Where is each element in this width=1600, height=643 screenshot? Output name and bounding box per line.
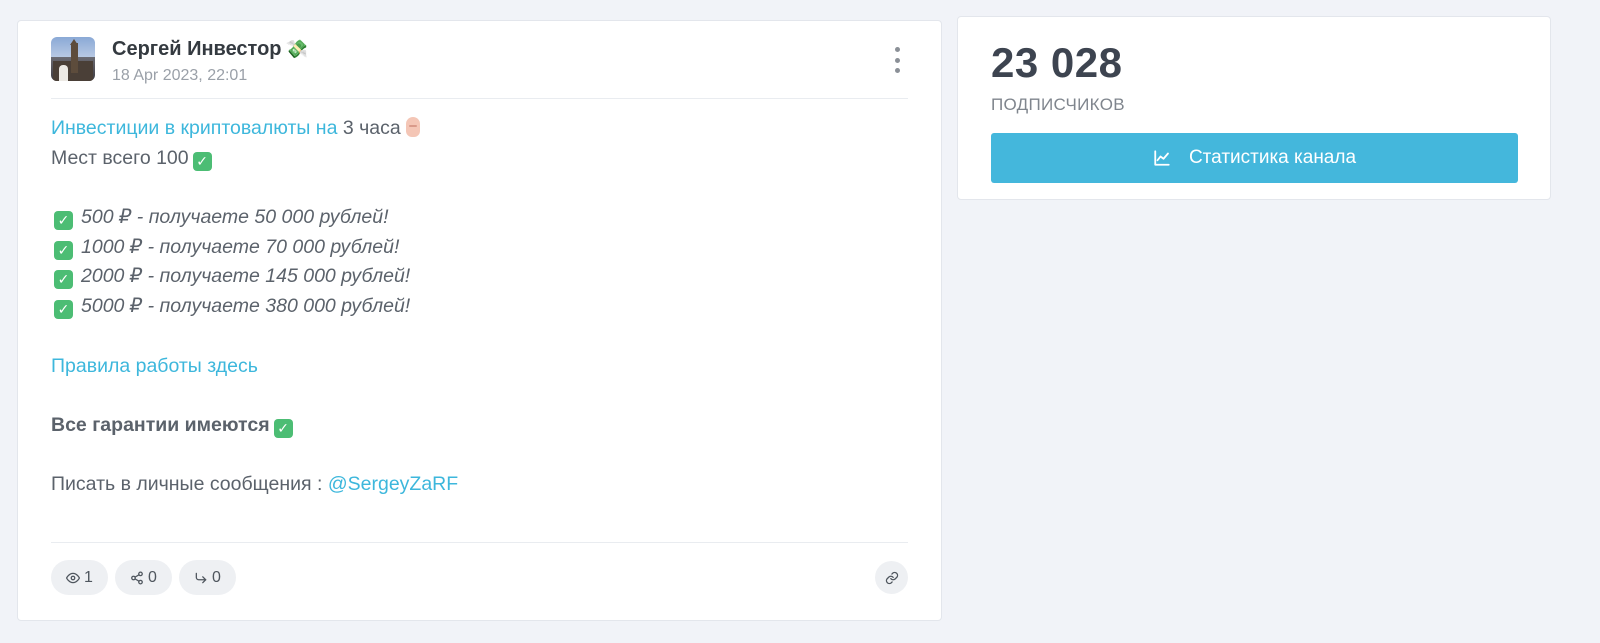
channel-stats-card: 23 028 ПОДПИСЧИКОВ Статистика канала [957, 16, 1551, 200]
more-vertical-icon[interactable] [890, 47, 904, 73]
subscribers-label: ПОДПИСЧИКОВ [991, 95, 1125, 114]
post-card: Сергей Инвестор 💸 18 Apr 2023, 22:01 Инве… [17, 20, 942, 621]
duration-text: 3 часа [342, 117, 401, 139]
author-name-text: Сергей Инвестор [112, 38, 282, 60]
chart-line-icon [1154, 150, 1170, 166]
offer-line: ✓ 1000 ₽ - получаете 70 000 рублей! [51, 233, 908, 263]
channel-stats-button[interactable]: Статистика канала [991, 133, 1518, 183]
share-icon [131, 571, 143, 584]
offer-text: 5000 ₽ - получаете 380 000 рублей! [81, 295, 411, 318]
avatar[interactable] [51, 37, 95, 81]
rules-link[interactable]: Правила работы здесь [51, 355, 258, 377]
check-icon: ✓ [54, 211, 73, 231]
offer-text: 500 ₽ - получаете 50 000 рублей! [81, 206, 389, 229]
guarantee-line: Все гарантии имеются ✓ [51, 411, 908, 441]
post-footer: 1 0 0 [51, 542, 908, 606]
contact-text: Писать в личные сообщения : [51, 473, 323, 496]
offer-line: ✓ 5000 ₽ - получаете 380 000 рублей! [51, 292, 908, 322]
money-icon: 💸 [285, 39, 308, 59]
contact-line: Писать в личные сообщения : @SergeyZaRF [51, 470, 908, 500]
shares-button[interactable]: 0 [115, 560, 172, 595]
check-icon: ✓ [273, 418, 293, 438]
crypto-link[interactable]: Инвестиции в криптовалюты на [51, 117, 337, 139]
subscribers-count: 23 028 [991, 39, 1123, 86]
link-icon [885, 571, 898, 584]
forwards-count: 0 [212, 568, 221, 586]
post-line-2: Мест всего 100 ✓ [51, 144, 908, 174]
post-line-1: Инвестиции в криптовалюты на 3 часа [51, 114, 908, 144]
post-date: 18 Apr 2023, 22:01 [112, 67, 248, 84]
author-name[interactable]: Сергей Инвестор 💸 [112, 38, 308, 61]
crossed-fingers-icon [405, 117, 420, 137]
avatar-person [59, 65, 68, 81]
check-icon: ✓ [54, 300, 73, 320]
seats-text: Мест всего 100 [51, 146, 189, 169]
forward-icon [195, 572, 207, 583]
offer-text: 2000 ₽ - получаете 145 000 рублей! [81, 265, 411, 288]
views-count: 1 [84, 568, 93, 586]
channel-stats-label: Статистика канала [1188, 147, 1357, 168]
guarantee-text: Все гарантии имеются [51, 413, 270, 436]
views-button[interactable]: 1 [51, 560, 108, 595]
rules-line: Правила работы здесь [51, 352, 908, 382]
check-icon: ✓ [54, 240, 73, 260]
contact-handle-link[interactable]: @SergeyZaRF [328, 473, 458, 495]
post-header: Сергей Инвестор 💸 18 Apr 2023, 22:01 [51, 37, 908, 99]
check-icon: ✓ [192, 151, 212, 171]
shares-count: 0 [148, 568, 157, 586]
avatar-tower [71, 43, 78, 73]
copy-link-button[interactable] [875, 561, 908, 594]
offer-line: ✓ 500 ₽ - получаете 50 000 рублей! [51, 203, 908, 233]
eye-icon [66, 572, 81, 583]
forwards-button[interactable]: 0 [179, 560, 236, 595]
offer-text: 1000 ₽ - получаете 70 000 рублей! [81, 235, 400, 258]
post-body: Инвестиции в криптовалюты на 3 часа Мест… [51, 114, 908, 500]
check-icon: ✓ [54, 270, 73, 290]
offer-line: ✓ 2000 ₽ - получаете 145 000 рублей! [51, 262, 908, 292]
